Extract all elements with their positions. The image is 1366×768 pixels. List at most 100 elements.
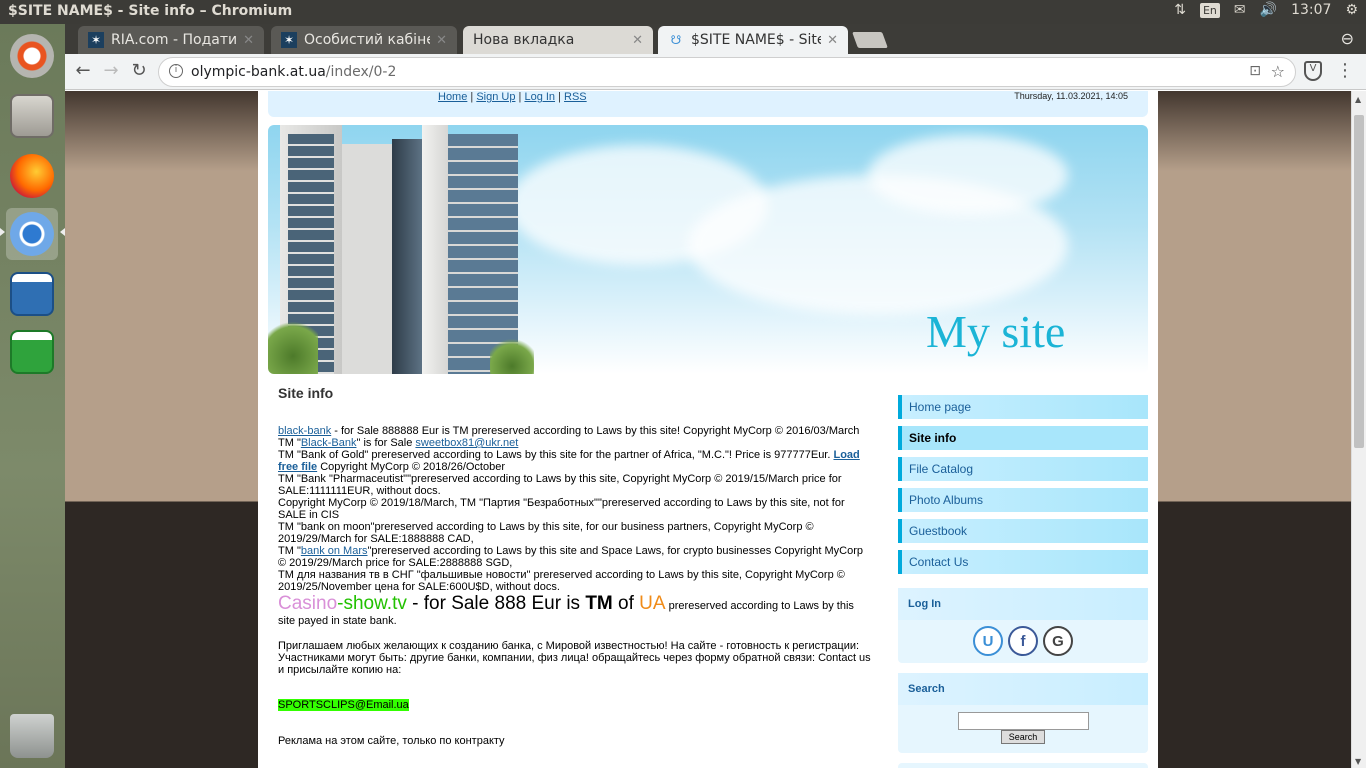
site-page: Home | Sign Up | Log In | RSS Thursday, …: [258, 91, 1158, 768]
separator: |: [558, 91, 561, 103]
building-illustration: [422, 125, 448, 374]
close-icon[interactable]: ✕: [243, 33, 254, 48]
sidebar: Home page Site info File Catalog Photo A…: [898, 395, 1148, 768]
menu-photo-albums[interactable]: Photo Albums: [898, 488, 1148, 512]
files-icon: [10, 94, 54, 138]
cloud-shape: [868, 135, 1068, 215]
highlighted-email: SPORTSCLIPS@Email.ua: [278, 699, 409, 711]
tab-site-info[interactable]: ☋ $SITE NAME$ - Site ✕: [658, 26, 848, 54]
close-icon[interactable]: ✕: [436, 33, 447, 48]
content-line: Copyright MyCorp © 2019/18/March, TM "Па…: [278, 497, 845, 521]
settings-gear-icon[interactable]: ⚙: [1345, 2, 1358, 18]
launcher-active-indicator: [0, 228, 5, 236]
nav-login-link[interactable]: Log In: [524, 91, 555, 103]
info-icon[interactable]: i: [169, 64, 183, 78]
close-icon[interactable]: ✕: [632, 33, 643, 48]
close-icon[interactable]: ✕: [827, 33, 838, 48]
ria-icon: ✶: [88, 32, 104, 48]
social-login-icons: U f G: [898, 620, 1148, 663]
reload-icon[interactable]: ↻: [127, 60, 151, 81]
ubuntu-logo-icon: [10, 34, 54, 78]
launcher-ubuntu[interactable]: [6, 30, 58, 82]
tab-ria-1[interactable]: ✶ RIA.com - Подати о ✕: [78, 26, 264, 54]
casino-promo: Casino-show.tv - for Sale 888 Eur is TM …: [278, 593, 854, 627]
back-arrow-icon[interactable]: ←: [71, 60, 95, 81]
page-scrollbar[interactable]: ▲ ▼: [1351, 91, 1366, 768]
search-input[interactable]: [957, 712, 1089, 730]
bank-on-mars-link[interactable]: bank on Mars: [301, 545, 368, 557]
site-topbar: Home | Sign Up | Log In | RSS Thursday, …: [268, 91, 1148, 117]
launcher-writer[interactable]: [6, 268, 58, 320]
facebook-icon[interactable]: f: [1008, 626, 1038, 656]
content-line: TM "bank on Mars"prereserved according t…: [278, 545, 863, 569]
window-title: $SITE NAME$ - Site info – Chromium: [8, 3, 293, 19]
search-box: Search Search: [898, 673, 1148, 753]
tab-search-icon[interactable]: ⊖: [1341, 29, 1354, 48]
menu-guestbook[interactable]: Guestbook: [898, 519, 1148, 543]
login-box-title: Log In: [898, 588, 1148, 620]
bookmark-star-icon[interactable]: ☆: [1271, 62, 1285, 81]
translate-icon[interactable]: ⊡: [1249, 63, 1261, 79]
menu-file-catalog[interactable]: File Catalog: [898, 457, 1148, 481]
network-icon[interactable]: ⇅: [1174, 2, 1186, 18]
scrollbar-thumb[interactable]: [1354, 115, 1364, 448]
scroll-up-arrow-icon[interactable]: ▲: [1355, 95, 1361, 104]
tab-new[interactable]: Нова вкладка ✕: [463, 26, 653, 54]
keyboard-layout-indicator[interactable]: En: [1199, 2, 1220, 18]
main-content: Site info black-bank - for Sale 888888 E…: [278, 385, 874, 747]
libreoffice-writer-icon: [10, 272, 54, 316]
tab-label: Нова вкладка: [473, 32, 575, 48]
tree-shape: [490, 334, 534, 374]
email-link[interactable]: sweetbox81@ukr.net: [415, 437, 518, 449]
page-viewport: Home | Sign Up | Log In | RSS Thursday, …: [65, 91, 1351, 768]
tab-ria-2[interactable]: ✶ Особистий кабінет ✕: [271, 26, 457, 54]
ucoz-icon: ☋: [670, 33, 682, 47]
forward-arrow-icon[interactable]: →: [99, 60, 123, 81]
site-header-banner: My site: [268, 125, 1148, 374]
trash-icon: [10, 714, 54, 758]
separator: |: [470, 91, 474, 103]
extension-shield-icon[interactable]: V: [1304, 61, 1322, 81]
tab-label: RIA.com - Подати о: [111, 32, 238, 48]
url-text[interactable]: olympic-bank.at.ua/index/0-2: [191, 64, 396, 80]
nav-home-link[interactable]: Home: [438, 91, 467, 103]
black-bank-link[interactable]: black-bank: [278, 425, 331, 437]
google-icon[interactable]: G: [1043, 626, 1073, 656]
tab-strip: ✶ RIA.com - Подати о ✕ ✶ Особистий кабін…: [65, 24, 1366, 54]
search-form: Search: [898, 705, 1148, 753]
site-title: My site: [926, 306, 1066, 357]
chromium-icon: [10, 212, 54, 256]
launcher-files[interactable]: [6, 90, 58, 142]
nav-rss-link[interactable]: RSS: [564, 91, 587, 103]
page-heading: Site info: [278, 385, 334, 401]
address-bar[interactable]: i olympic-bank.at.ua/index/0-2 ⊡ ☆: [158, 57, 1296, 87]
content-line: TM "Black-Bank" is for Sale sweetbox81@u…: [278, 437, 519, 449]
nav-signup-link[interactable]: Sign Up: [476, 91, 515, 103]
menu-site-info[interactable]: Site info: [898, 426, 1148, 450]
ria-icon: ✶: [281, 32, 297, 48]
menu-dots-icon[interactable]: ⋮: [1336, 60, 1354, 81]
clock[interactable]: 13:07: [1291, 2, 1331, 18]
current-date: Thursday, 11.03.2021, 14:05: [1014, 91, 1128, 101]
libreoffice-calc-icon: [10, 330, 54, 374]
black-bank-link-2[interactable]: Black-Bank: [301, 437, 357, 449]
scroll-down-arrow-icon[interactable]: ▼: [1355, 757, 1361, 766]
launcher-chromium[interactable]: [6, 208, 58, 260]
ucoz-login-icon[interactable]: U: [973, 626, 1003, 656]
menu-home-page[interactable]: Home page: [898, 395, 1148, 419]
tab-label: $SITE NAME$ - Site: [691, 32, 822, 48]
top-links: Home | Sign Up | Log In | RSS: [438, 91, 587, 103]
separator: |: [518, 91, 522, 103]
volume-icon[interactable]: 🔊: [1260, 2, 1277, 18]
launcher-calc[interactable]: [6, 326, 58, 378]
menu-contact-us[interactable]: Contact Us: [898, 550, 1148, 574]
content-line: TM "bank on moon"prereserved according t…: [278, 521, 814, 545]
content-line: TM "Bank "Pharmaceutist""prereserved acc…: [278, 473, 842, 497]
toolbar: ← → ↻ i olympic-bank.at.ua/index/0-2 ⊡ ☆…: [65, 54, 1366, 90]
new-tab-button[interactable]: [852, 32, 888, 48]
content-line: Реклама на этом сайте, только по контрак…: [278, 735, 505, 747]
launcher-trash[interactable]: [6, 710, 58, 762]
launcher-firefox[interactable]: [6, 150, 58, 202]
mail-icon[interactable]: ✉: [1234, 2, 1246, 18]
search-button[interactable]: Search: [1001, 730, 1045, 744]
